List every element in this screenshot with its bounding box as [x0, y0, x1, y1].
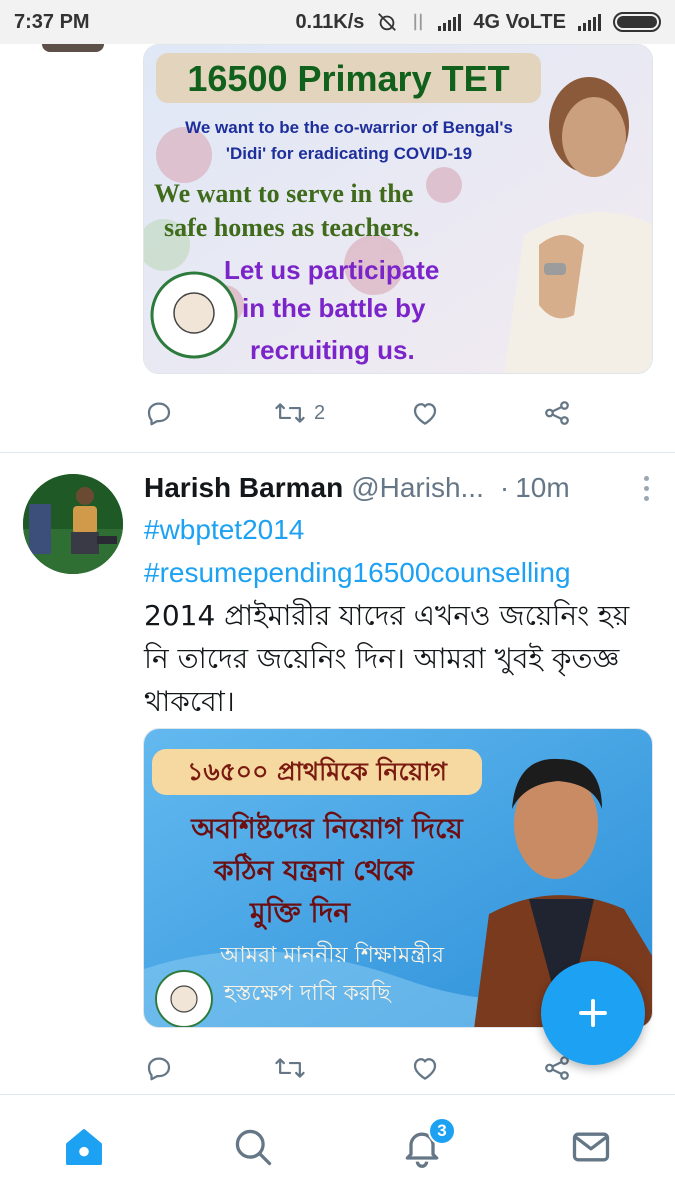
tweet2-timestamp: 10m	[515, 472, 570, 503]
tweet1-image-line6: in the battle by	[242, 293, 426, 323]
like-icon	[413, 403, 437, 425]
tweet2-more-icon[interactable]	[644, 476, 650, 501]
tweet1-retweet-button[interactable]: 2	[274, 393, 325, 433]
retweet-icon	[275, 403, 305, 423]
search-icon	[235, 1129, 272, 1166]
status-bar: 7:37 PM 0.11K/s 4G VoLTE	[0, 0, 675, 44]
reply-icon	[147, 402, 171, 426]
like-icon	[413, 1058, 437, 1080]
tweet1-image-headline: 16500 Primary TET	[187, 58, 510, 99]
tweet1-image-line1: We want to be the co-warrior of Bengal's	[185, 118, 513, 137]
avatar-photo	[23, 474, 123, 574]
tweet2-separator: ·	[499, 472, 510, 503]
tweet1-actions: 2	[144, 393, 664, 433]
retweet-icon	[275, 1058, 305, 1078]
tweet2-image-line4: আমরা মাননীয় শিক্ষামন্ত্রীর	[220, 943, 444, 968]
messages-icon	[572, 1132, 610, 1162]
tweet2-hashtag-1[interactable]: #wbptet2014	[144, 508, 644, 551]
tweet2-image-line1: অবশিষ্টদের নিয়োগ দিয়ে	[191, 812, 463, 845]
compose-tweet-button[interactable]	[541, 961, 645, 1065]
tweet1-image-line3: We want to serve in the	[154, 179, 414, 208]
nav-home[interactable]	[62, 1125, 106, 1169]
tweet1-image-line5: Let us participate	[224, 255, 440, 285]
tweet1-share-button[interactable]	[542, 393, 572, 433]
tweet1-image[interactable]: 16500 Primary TET We want to be the co-w…	[143, 44, 653, 374]
tweet2-avatar[interactable]	[23, 474, 123, 574]
tweet1-image-line7: recruiting us.	[250, 335, 415, 365]
tweet2-text: #wbptet2014 #resumepending16500counselli…	[144, 508, 644, 723]
notifications-badge: 3	[428, 1117, 456, 1145]
tweet2-reply-button[interactable]	[144, 1048, 174, 1088]
network-speed: 0.11K/s	[295, 10, 365, 33]
status-time: 7:37 PM	[14, 10, 90, 33]
reply-icon	[147, 1057, 171, 1081]
tweet2-author-handle[interactable]: @Harish...	[351, 472, 484, 504]
alarm-off-icon	[378, 13, 397, 31]
tweet2-body: 2014 প্রাইমারীর যাদের এখনও জয়েনিং হয় ন…	[144, 599, 630, 718]
tweet-divider	[0, 452, 675, 453]
tweet1-reply-button[interactable]	[144, 393, 174, 433]
tweet2-retweet-button[interactable]	[274, 1048, 306, 1088]
signal-strength-icon-2	[578, 13, 601, 31]
tweet2-image-line3: মুক্তি দিন	[250, 896, 350, 929]
tweet1-retweet-count: 2	[314, 401, 326, 424]
nav-messages[interactable]	[569, 1125, 613, 1169]
tweet2-image-headline: ১৬৫০০ প্রাথমিকে নিয়োগ	[187, 757, 447, 786]
nav-search[interactable]	[231, 1125, 275, 1169]
tweet2-author-name[interactable]: Harish Barman	[144, 472, 343, 504]
signal-strength-icon	[438, 13, 462, 31]
tweet2-hashtag-2[interactable]: #resumepending16500counselling	[144, 551, 644, 594]
compose-icon	[579, 999, 607, 1027]
tweet2-like-button[interactable]	[410, 1048, 440, 1088]
battery-icon	[613, 12, 661, 32]
avatar-partial[interactable]	[42, 44, 104, 52]
tweet2-image-line2: কঠিন যন্ত্রনা থেকে	[214, 854, 414, 887]
tweet2-header: Harish Barman @Harish... · 10m	[144, 470, 654, 506]
nav-notifications[interactable]: 3	[400, 1117, 456, 1169]
share-icon	[545, 401, 569, 425]
home-icon	[66, 1129, 102, 1165]
network-type: 4G VoLTE	[473, 10, 566, 33]
tweet1-like-button[interactable]	[410, 393, 440, 433]
tweet1-image-line2: 'Didi' for eradicating COVID-19	[225, 144, 473, 163]
tweet1-image-line4: safe homes as teachers.	[164, 213, 420, 242]
tweet2-image-line5: হস্তক্ষেপ দাবি করছি	[224, 981, 391, 1006]
data-transfer-icon	[414, 13, 423, 31]
bottom-navigation: 3	[0, 1094, 675, 1200]
